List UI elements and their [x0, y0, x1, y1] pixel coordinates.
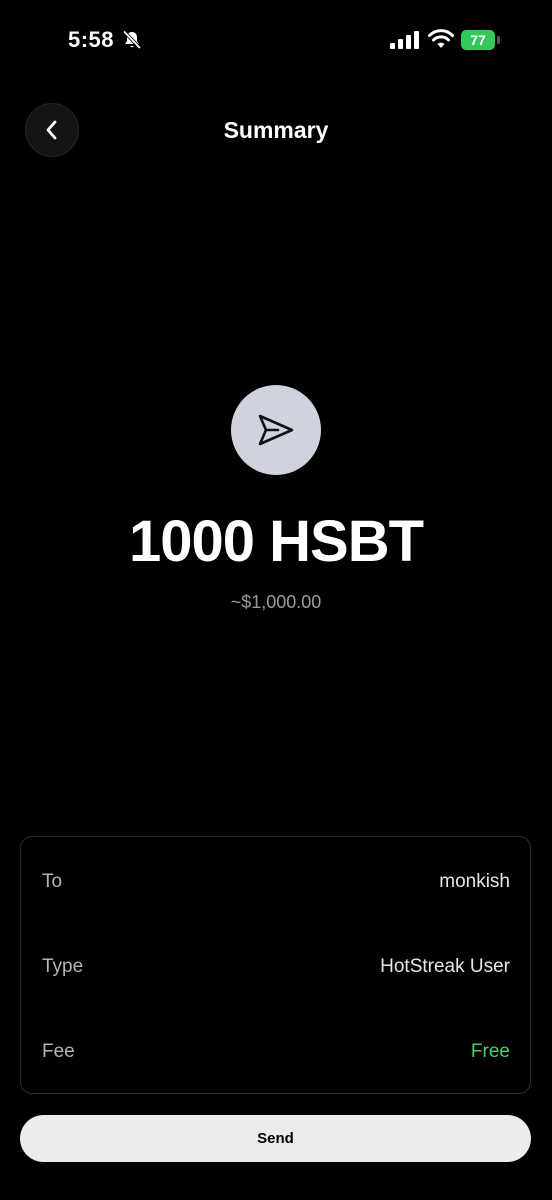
details-card: To monkish Type HotStreak User Fee Free	[20, 836, 531, 1094]
page-title: Summary	[223, 117, 329, 143]
fee-value: Free	[470, 1041, 510, 1062]
type-value: HotStreak User	[380, 956, 510, 977]
status-bar: 5:58 77	[0, 0, 552, 80]
detail-label: Type	[42, 956, 84, 977]
fiat-value: ~$1,000.00	[230, 592, 322, 612]
send-button[interactable]: Send	[20, 1115, 531, 1162]
status-time: 5:58	[68, 27, 115, 52]
bell-slash-icon	[122, 30, 142, 50]
detail-label: To	[42, 871, 63, 892]
cellular-signal-icon	[390, 31, 419, 49]
detail-row-to: To monkish	[42, 867, 510, 897]
recipient-value: monkish	[439, 871, 510, 892]
battery-level: 77	[470, 32, 486, 48]
battery-charging-icon: 77	[461, 30, 495, 50]
send-icon-badge	[231, 385, 321, 475]
wifi-icon	[428, 29, 454, 48]
transfer-amount: 1000 HSBT	[128, 509, 424, 574]
battery-cap	[497, 36, 500, 44]
detail-row-fee: Fee Free	[42, 1037, 510, 1067]
detail-label: Fee	[42, 1041, 75, 1062]
send-arrow-icon	[258, 414, 294, 446]
detail-row-type: Type HotStreak User	[42, 952, 510, 982]
